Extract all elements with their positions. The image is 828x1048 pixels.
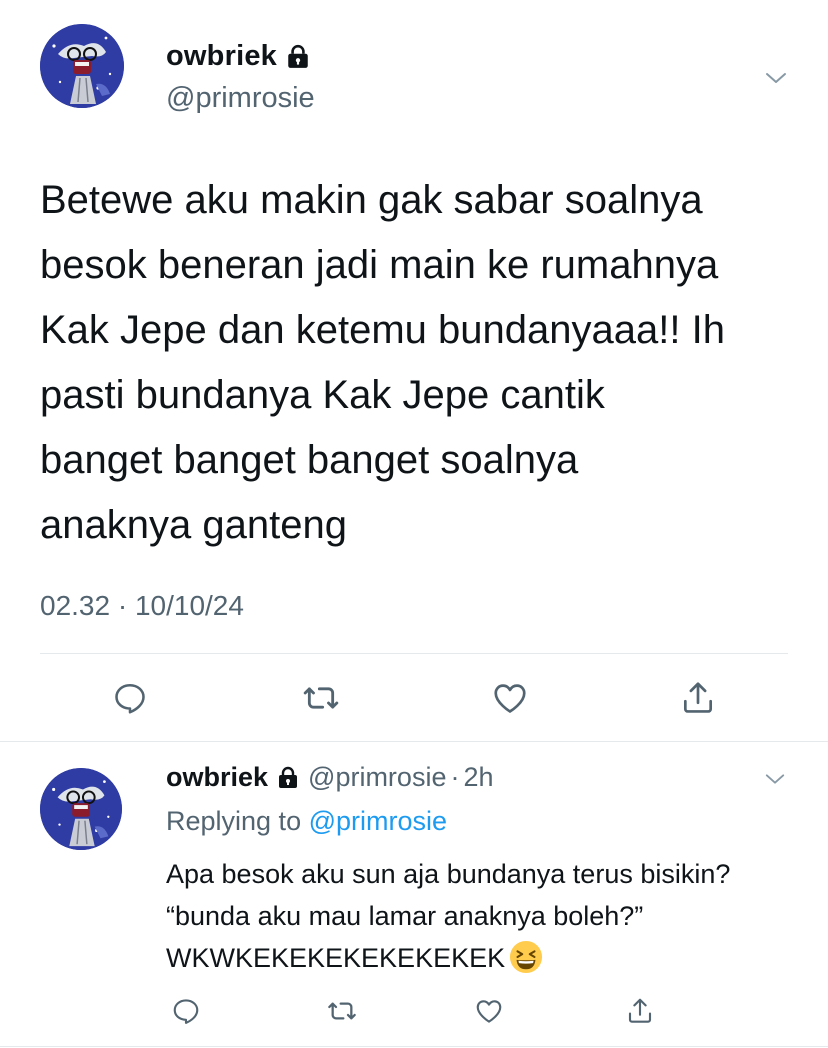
replying-to-line: Replying to @primrosie: [166, 806, 447, 837]
chevron-down-icon[interactable]: [764, 768, 786, 790]
tweet-text: Betewe aku makin gak sabar soalnya besok…: [40, 178, 725, 547]
retweet-icon: [328, 1002, 356, 1020]
avatar[interactable]: [40, 768, 122, 850]
share-icon: [683, 682, 713, 713]
like-icon: [476, 1000, 502, 1023]
grinning-squinting-face-icon: [510, 940, 543, 974]
like-icon: [494, 684, 526, 713]
reply-button[interactable]: [167, 992, 205, 1030]
retweet-icon: [303, 687, 339, 709]
username-handle[interactable]: @primrosie: [308, 762, 446, 793]
main-tweet: owbriek @primrosie Betewe aku makin gak …: [0, 0, 828, 742]
separator-dot: ·: [450, 762, 460, 792]
reply-header: owbriek @primrosie · 2h: [166, 762, 494, 793]
divider: [40, 653, 788, 654]
avatar-illustration-icon: [40, 24, 124, 108]
share-icon: [628, 998, 652, 1023]
chevron-down-icon[interactable]: [764, 66, 788, 90]
reply-icon: [173, 999, 199, 1024]
author-name-row: owbriek: [166, 40, 311, 73]
reply-icon: [115, 683, 145, 714]
display-name[interactable]: owbriek: [166, 40, 277, 73]
avatar[interactable]: [40, 24, 124, 108]
reply-button[interactable]: [108, 676, 152, 720]
share-button[interactable]: [676, 676, 720, 720]
share-button[interactable]: [621, 992, 659, 1030]
mention-link[interactable]: @primrosie: [309, 806, 447, 836]
like-button[interactable]: [488, 676, 532, 720]
divider: [0, 1046, 828, 1047]
avatar-illustration-icon: [40, 768, 122, 850]
lock-icon: [279, 766, 298, 788]
reply-text-container: Apa besok aku sun aja bundanya terus bis…: [166, 853, 766, 979]
divider: [0, 741, 828, 742]
relative-time[interactable]: 2h: [463, 762, 493, 793]
tweet-timestamp[interactable]: 02.32 · 10/10/24: [40, 590, 244, 622]
username-handle[interactable]: @primrosie: [166, 82, 315, 115]
like-button[interactable]: [470, 992, 508, 1030]
reply-text: Apa besok aku sun aja bundanya terus bis…: [166, 859, 731, 973]
replying-to-label: Replying to: [166, 806, 302, 836]
retweet-button[interactable]: [299, 676, 343, 720]
retweet-button[interactable]: [323, 992, 361, 1030]
display-name[interactable]: owbriek: [166, 762, 268, 793]
lock-icon: [288, 44, 308, 68]
